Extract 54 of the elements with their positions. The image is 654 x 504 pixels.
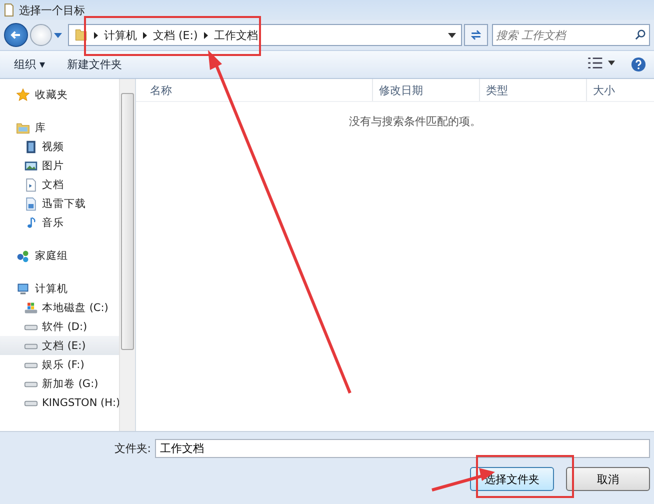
- sidebar-item[interactable]: 收藏夹: [0, 85, 119, 104]
- new-folder-button[interactable]: 新建文件夹: [61, 55, 128, 74]
- dropdown-caret-icon[interactable]: [448, 32, 456, 38]
- sidebar-item[interactable]: 视频: [0, 137, 119, 156]
- column-header[interactable]: 类型: [480, 79, 587, 101]
- film-icon: [24, 140, 38, 154]
- sidebar-item[interactable]: 软件 (D:): [0, 317, 119, 336]
- help-icon[interactable]: [631, 57, 646, 72]
- scrollbar[interactable]: [119, 79, 135, 431]
- chevron-right-icon: [204, 32, 208, 38]
- sidebar-item[interactable]: 家庭组: [0, 246, 119, 265]
- arrow: [432, 468, 495, 492]
- breadcrumb-item[interactable]: 文档 (E:): [153, 28, 198, 42]
- list-view-icon: [587, 57, 615, 69]
- download-folder-icon: [24, 196, 38, 210]
- sidebar-item[interactable]: 库: [0, 118, 119, 137]
- column-header[interactable]: 大小: [587, 79, 654, 101]
- dropdown-caret-icon: [54, 32, 62, 38]
- column-header[interactable]: 修改日期: [373, 79, 480, 101]
- sidebar-item[interactable]: KINGSTON (H:): [0, 393, 119, 412]
- address-bar[interactable]: 计算机 文档 (E:) 工作文档: [68, 24, 462, 46]
- document-icon: [4, 3, 14, 17]
- empty-message: 没有与搜索条件匹配的项。: [348, 114, 482, 129]
- breadcrumb-item[interactable]: 工作文档: [214, 28, 258, 42]
- organize-menu-button[interactable]: 组织 ▾: [8, 55, 52, 74]
- sidebar-item[interactable]: 本地磁盘 (C:): [0, 298, 119, 317]
- star-icon: [16, 88, 30, 102]
- sidebar-item[interactable]: 文档: [0, 175, 119, 194]
- window-title: 选择一个目标: [19, 2, 85, 18]
- sidebar-item[interactable]: 娱乐 (F:): [0, 355, 119, 374]
- chevron-right-icon: [94, 32, 98, 38]
- sidebar-item[interactable]: 图片: [0, 156, 119, 175]
- computer-icon: [16, 282, 30, 296]
- sidebar-item[interactable]: 计算机: [0, 279, 119, 298]
- folder-label: 文件夹:: [114, 441, 151, 456]
- homegroup-icon: [16, 248, 30, 262]
- search-icon: [635, 29, 646, 40]
- breadcrumb-item[interactable]: 计算机: [104, 28, 137, 42]
- sidebar-item[interactable]: 文档 (E:): [0, 336, 119, 355]
- picture-icon: [24, 158, 38, 172]
- system-drive-icon: [24, 300, 38, 314]
- sidebar-item[interactable]: 新加卷 (G:): [0, 374, 119, 393]
- column-header[interactable]: 名称: [136, 79, 373, 101]
- refresh-arrows-icon: [469, 28, 483, 42]
- back-button[interactable]: [4, 23, 28, 47]
- cancel-button[interactable]: 取消: [566, 467, 650, 491]
- folder-icon: [16, 120, 30, 134]
- refresh-button[interactable]: [464, 24, 488, 46]
- folder-name-field[interactable]: 工作文档: [155, 439, 650, 458]
- chevron-right-icon: [143, 32, 147, 38]
- sidebar-item[interactable]: 迅雷下载: [0, 194, 119, 213]
- sidebar-item[interactable]: 音乐: [0, 213, 119, 232]
- search-field[interactable]: 搜索 工作文档: [492, 24, 650, 46]
- document-icon: [24, 178, 38, 192]
